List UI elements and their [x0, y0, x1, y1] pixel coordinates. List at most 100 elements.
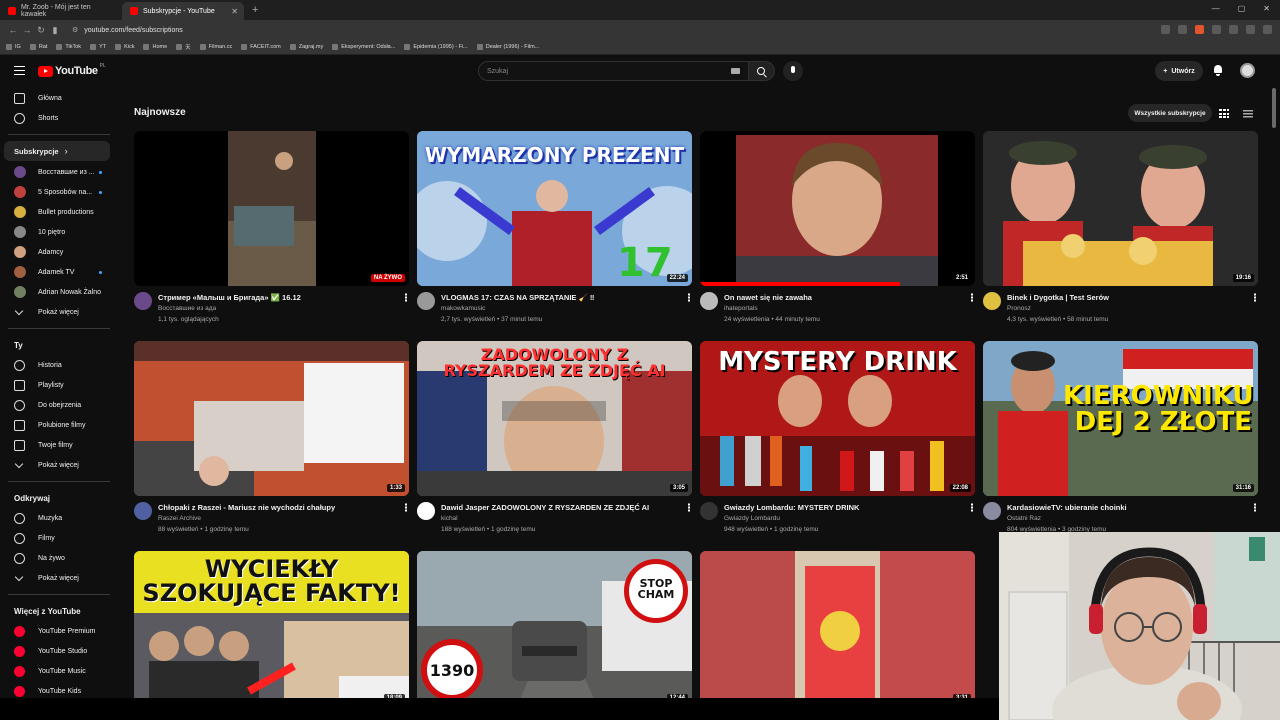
back-icon[interactable]: ←	[6, 25, 20, 35]
subscriptions-header[interactable]: Subskrypcje ›	[4, 141, 110, 161]
more-actions-icon[interactable]	[1254, 503, 1256, 512]
bookmark-item[interactable]: IG	[6, 44, 21, 50]
voice-search-button[interactable]	[783, 61, 803, 81]
video-thumbnail[interactable]: KIEROWNIKU DEJ 2 ZŁOTE 31:16	[983, 341, 1258, 496]
subscription-channel[interactable]: Bullet productions	[0, 202, 120, 222]
channel-name[interactable]: ihateportals	[724, 305, 758, 312]
youtube-product-link[interactable]: YouTube Music	[0, 661, 120, 681]
browser-tab-mr-zoob[interactable]: Mr. Zoob - Mój jest ten kawałek	[0, 2, 122, 20]
video-title[interactable]: Стример «Малыш и Бригада» ✅ 16.12	[158, 293, 393, 302]
video-thumbnail[interactable]: ZADOWOLONY Z RYSZARDEM ZE ZDJĘĆ AI 3:05	[417, 341, 692, 496]
channel-avatar[interactable]	[134, 292, 152, 310]
youtube-logo[interactable]: YouTube PL	[38, 63, 106, 77]
bookmark-item[interactable]: Home	[143, 44, 167, 50]
account-avatar[interactable]	[1240, 63, 1255, 78]
sidebar-item-you[interactable]: Twoje filmy	[0, 435, 120, 455]
show-more-explore[interactable]: Pokaż więcej	[0, 568, 120, 588]
youtube-product-link[interactable]: YouTube Studio	[0, 641, 120, 661]
translate-icon[interactable]	[1161, 25, 1170, 34]
bookmark-item[interactable]: Kick	[115, 44, 134, 50]
bookmark-icon[interactable]: ▮	[48, 25, 62, 36]
video-thumbnail[interactable]: STOP CHAM139012:44	[417, 551, 692, 706]
show-more-you[interactable]: Pokaż więcej	[0, 455, 120, 475]
bookmark-item[interactable]: TikTok	[56, 44, 81, 50]
show-more-subscriptions[interactable]: Pokaż więcej	[0, 302, 120, 322]
search-button[interactable]	[749, 61, 775, 81]
channel-name[interactable]: Ostatni Raz	[1007, 515, 1041, 522]
bookmark-item[interactable]: Epidemia (1995) - Fi...	[404, 44, 468, 50]
video-thumbnail[interactable]: MYSTERY DRINK 22:08	[700, 341, 975, 496]
video-card[interactable]: MYSTERY DRINK 22:08 Gwiazdy Lombardu: MYST…	[700, 341, 975, 536]
channel-avatar[interactable]	[983, 292, 1001, 310]
more-actions-icon[interactable]	[971, 503, 973, 512]
video-card[interactable]: 3:31	[700, 551, 975, 706]
video-title[interactable]: KardasiowieTV: ubieranie choinki	[1007, 503, 1242, 512]
video-title[interactable]: Gwiazdy Lombardu: MYSTERY DRINK	[724, 503, 959, 512]
subscription-channel[interactable]: Adamek TV	[0, 262, 120, 282]
video-card[interactable]: 17 WYMARZONY PREZENT 22:24 VLOGMAS 17: CZAS…	[417, 131, 692, 326]
video-card[interactable]: KIEROWNIKU DEJ 2 ZŁOTE 31:16 KardasiowieTV…	[983, 341, 1258, 536]
extension-icon[interactable]	[1212, 25, 1221, 34]
notifications-bell-icon[interactable]	[1213, 65, 1223, 76]
brave-shield-icon[interactable]	[1195, 25, 1204, 34]
minimize-icon[interactable]: —	[1212, 4, 1220, 13]
more-actions-icon[interactable]	[688, 503, 690, 512]
more-actions-icon[interactable]	[405, 293, 407, 302]
share-icon[interactable]	[1178, 25, 1187, 34]
subscription-channel[interactable]: 5 Sposobów na...	[0, 182, 120, 202]
channel-avatar[interactable]	[700, 502, 718, 520]
channel-name[interactable]: Raszei Archive	[158, 515, 201, 522]
list-view-icon[interactable]	[1243, 110, 1253, 118]
video-card[interactable]: 2:51 On nawet się nie zawaha ihateportals 2…	[700, 131, 975, 326]
tab-close-icon[interactable]: ✕	[231, 7, 238, 16]
hamburger-menu-icon[interactable]	[14, 66, 25, 75]
sidebar-item-you[interactable]: Polubione filmy	[0, 415, 120, 435]
bookmark-item[interactable]: Filman.cc	[199, 44, 232, 50]
more-actions-icon[interactable]	[971, 293, 973, 302]
channel-avatar[interactable]	[417, 292, 435, 310]
subscription-channel[interactable]: 10 piętro	[0, 222, 120, 242]
forward-icon[interactable]: →	[20, 25, 34, 35]
channel-avatar[interactable]	[700, 292, 718, 310]
search-input[interactable]: Szukaj	[478, 61, 749, 81]
video-card[interactable]: NA ŻYWO Стример «Малыш и Бригада» ✅ 16.12…	[134, 131, 409, 326]
video-title[interactable]: Binek i Dygotka | Test Serów	[1007, 293, 1242, 302]
sidebar-item-explore[interactable]: Muzyka	[0, 508, 120, 528]
bookmark-item[interactable]: FACEIT.com	[241, 44, 281, 50]
keyboard-icon[interactable]	[731, 68, 740, 74]
bookmark-item[interactable]: Rat	[29, 44, 47, 50]
subscription-channel[interactable]: Восставшие из ...	[0, 162, 120, 182]
sidebar-item-1[interactable]: Shorts	[0, 108, 120, 128]
sidebar-item-explore[interactable]: Na żywo	[0, 548, 120, 568]
channel-name[interactable]: Восставшие из ада	[158, 305, 216, 312]
bookmark-item[interactable]: 天	[176, 43, 191, 51]
channel-avatar[interactable]	[417, 502, 435, 520]
channel-name[interactable]: kichal	[441, 515, 458, 522]
bookmark-item[interactable]: Dealer (1996) - Film...	[476, 44, 539, 50]
grid-view-icon[interactable]	[1219, 109, 1229, 118]
channel-avatar[interactable]	[134, 502, 152, 520]
channel-name[interactable]: Pronosz	[1007, 305, 1031, 312]
bookmark-item[interactable]: Zagraj.my	[289, 44, 323, 50]
video-card[interactable]: WYCIEKŁY SZOKUJĄCE FAKTY!18:09	[134, 551, 409, 706]
more-actions-icon[interactable]	[1254, 293, 1256, 302]
channel-name[interactable]: Gwiazdy Lombardu	[724, 515, 780, 522]
extension-icon[interactable]	[1229, 25, 1238, 34]
new-tab-button[interactable]: +	[252, 4, 258, 16]
maximize-icon[interactable]: ▢	[1238, 4, 1246, 13]
browser-tab-subscriptions[interactable]: Subskrypcje - YouTube ✕	[122, 2, 244, 20]
video-thumbnail[interactable]: 2:51	[700, 131, 975, 286]
sidebar-item-you[interactable]: Do obejrzenia	[0, 395, 120, 415]
sidebar-item-you[interactable]: Historia	[0, 355, 120, 375]
video-card[interactable]: STOP CHAM139012:44	[417, 551, 692, 706]
sidebar-item-explore[interactable]: Filmy	[0, 528, 120, 548]
video-title[interactable]: Chłopaki z Raszei - Mariusz nie wychodzi…	[158, 503, 393, 512]
sidebar-item-you[interactable]: Playlisty	[0, 375, 120, 395]
download-icon[interactable]	[1246, 25, 1255, 34]
video-thumbnail[interactable]: NA ŻYWO	[134, 131, 409, 286]
video-thumbnail[interactable]: 17 WYMARZONY PREZENT 22:24	[417, 131, 692, 286]
more-actions-icon[interactable]	[688, 293, 690, 302]
video-title[interactable]: On nawet się nie zawaha	[724, 293, 959, 302]
sidebar-item-0[interactable]: Główna	[0, 88, 120, 108]
site-info-icon[interactable]: ⚙	[72, 26, 78, 34]
